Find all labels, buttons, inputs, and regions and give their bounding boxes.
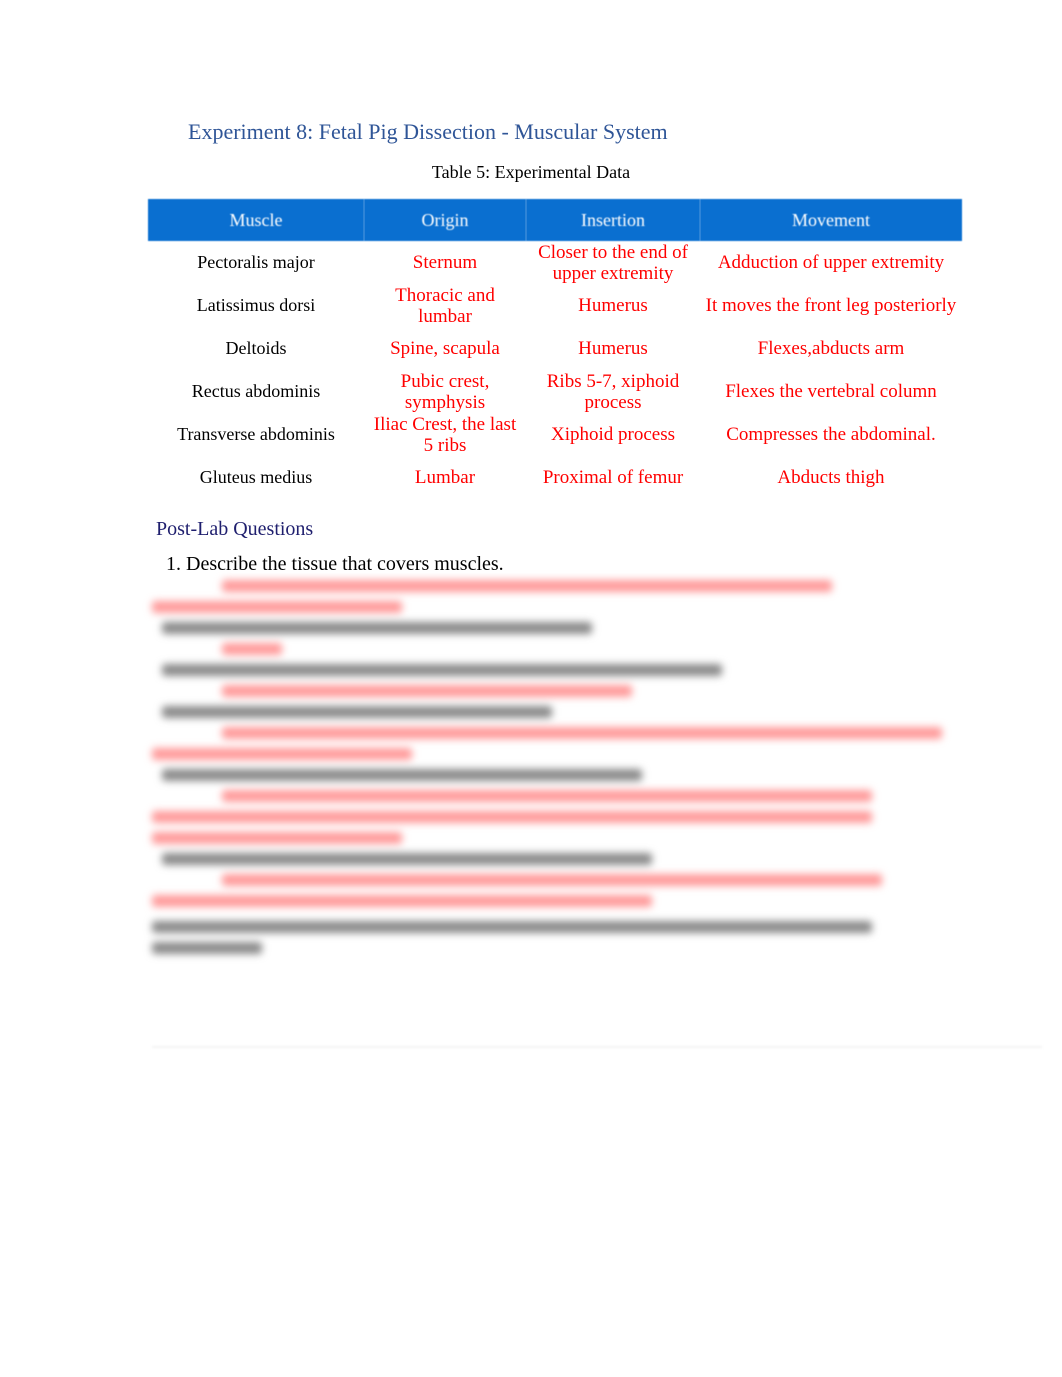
- cell-muscle: Transverse abdominis: [177, 424, 335, 444]
- cell-movement: Flexes the vertebral column: [725, 381, 937, 402]
- cell-insertion: Humerus: [578, 338, 648, 359]
- header-insertion: Insertion: [526, 199, 700, 241]
- table-caption: Table 5: Experimental Data: [431, 162, 631, 182]
- cell-muscle: Rectus abdominis: [191, 381, 321, 401]
- table-header-row: Muscle Origin Insertion Movement: [148, 199, 962, 241]
- blurred-question-line: [162, 622, 592, 634]
- cell-insertion: Proximal of femur: [542, 467, 684, 488]
- blurred-answer-line: [222, 643, 282, 655]
- table-row: Gluteus medius Lumbar Proximal of femur …: [148, 456, 962, 499]
- cell-origin: Pubic crest, symphysis: [400, 370, 490, 413]
- blurred-answer-line: [152, 895, 652, 907]
- cell-muscle: Deltoids: [225, 338, 287, 358]
- blurred-question-line: [162, 769, 642, 781]
- blurred-question-line: [162, 853, 652, 865]
- cell-insertion: Humerus: [578, 295, 648, 316]
- table-row: Deltoids Spine, scapula Humerus Flexes,a…: [148, 327, 962, 370]
- cell-insertion: Xiphoid process: [550, 424, 675, 445]
- post-lab-heading: Post-Lab Questions: [156, 518, 314, 540]
- blurred-answer-line: [152, 601, 402, 613]
- blurred-answer-line: [152, 748, 412, 760]
- cell-muscle: Latissimus dorsi: [196, 295, 316, 315]
- cell-movement: Flexes,abducts arm: [757, 338, 905, 359]
- cell-movement: It moves the front leg posteriorly: [705, 295, 957, 316]
- cell-origin: Lumbar: [414, 467, 476, 488]
- blurred-answer-line: [222, 685, 632, 697]
- cell-muscle: Gluteus medius: [199, 467, 313, 487]
- blurred-answer-line: [152, 832, 402, 844]
- blurred-text-line: [152, 921, 872, 933]
- page-divider: [152, 1046, 1042, 1048]
- blurred-answer-line: [222, 790, 872, 802]
- table-row: Rectus abdominis Pubic crest, symphysis …: [148, 370, 962, 413]
- document-title: Experiment 8: Fetal Pig Dissection - Mus…: [188, 119, 668, 144]
- blurred-answer-line: [222, 727, 942, 739]
- cell-origin: Iliac Crest, the last 5 ribs: [373, 413, 517, 456]
- cell-movement: Adduction of upper extremity: [717, 252, 945, 273]
- blurred-answer-line: [222, 580, 832, 592]
- table-row: Latissimus dorsi Thoracic and lumbar Hum…: [148, 284, 962, 327]
- experimental-data-table: Muscle Origin Insertion Movement Pectora…: [148, 199, 962, 499]
- cell-muscle: Pectoralis major: [197, 252, 315, 272]
- blurred-question-line: [162, 706, 552, 718]
- table-row: Pectoralis major Sternum Closer to the e…: [148, 241, 962, 284]
- cell-insertion: Ribs 5-7, xiphoid process: [546, 370, 680, 413]
- table-row: Transverse abdominis Iliac Crest, the la…: [148, 413, 962, 456]
- header-muscle: Muscle: [148, 199, 364, 241]
- blurred-text-line: [152, 942, 262, 954]
- cell-insertion: Closer to the end of upper extremity: [538, 241, 688, 284]
- question-1: 1. Describe the tissue that covers muscl…: [166, 553, 504, 575]
- blurred-question-line: [162, 664, 722, 676]
- blurred-content: [152, 580, 942, 963]
- cell-origin: Sternum: [412, 252, 478, 273]
- blurred-answer-line: [222, 874, 882, 886]
- cell-origin: Thoracic and lumbar: [395, 284, 495, 327]
- cell-movement: Compresses the abdominal.: [726, 424, 936, 445]
- blurred-answer-line: [152, 811, 872, 823]
- header-movement: Movement: [700, 199, 962, 241]
- header-origin: Origin: [364, 199, 526, 241]
- cell-origin: Spine, scapula: [390, 338, 500, 359]
- cell-movement: Abducts thigh: [777, 467, 885, 488]
